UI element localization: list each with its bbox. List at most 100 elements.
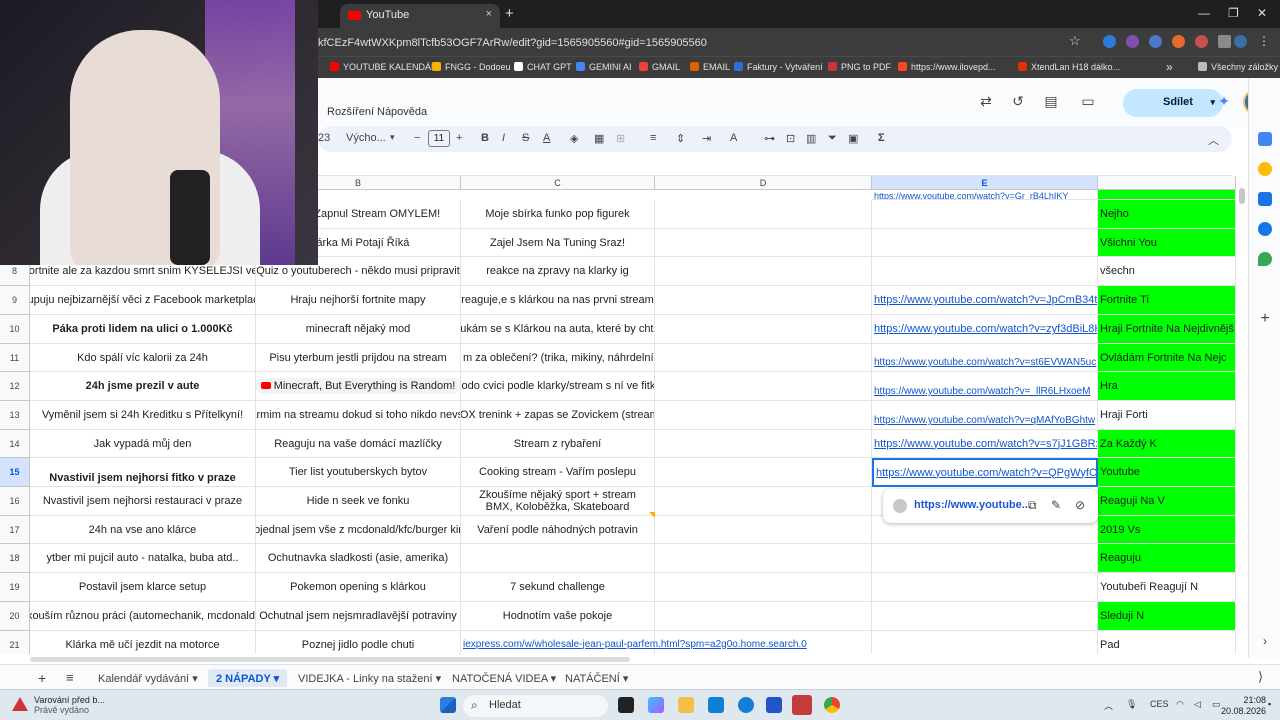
popup-link[interactable]: https://www.youtube... (914, 499, 1031, 511)
cell-link[interactable]: https://www.youtube.com/watch?v=_llR6LHx… (872, 372, 1098, 401)
keep-icon[interactable] (1258, 162, 1272, 176)
rotate-icon[interactable]: A (730, 132, 737, 144)
cell-link[interactable]: https://www.youtube.com/watch?v=QPgWyfOa… (872, 458, 1098, 487)
tab-kalendar-vydavani[interactable]: Kalendář vydávání ▾ (90, 669, 206, 687)
edit-icon[interactable]: ✎ (1051, 498, 1061, 512)
cell[interactable]: Hraji Forti (1098, 401, 1236, 430)
cell-link[interactable]: https://www.youtube.com/watch?v=Gr_rB4Lh… (872, 190, 1098, 200)
extension-icon[interactable] (1195, 35, 1208, 48)
video-call-icon[interactable]: ▭ (1080, 93, 1096, 109)
copy-icon[interactable]: ⧉ (1028, 498, 1037, 513)
collapse-toolbar-icon[interactable]: ︿ (1208, 132, 1219, 148)
column-header-d[interactable]: D (655, 176, 872, 190)
cell[interactable] (872, 602, 1098, 631)
cell[interactable] (1098, 190, 1236, 200)
cell[interactable]: Vaření podle náhodných potravin (461, 516, 655, 544)
calendar-icon[interactable] (1258, 132, 1272, 146)
cell-link[interactable]: https://www.youtube.com/watch?v=JpCmB34t… (872, 286, 1098, 315)
cell[interactable]: Pisu yterbum jestli prijdou na stream (256, 344, 461, 372)
bookmark[interactable]: CHAT GPT (514, 62, 572, 72)
row-header[interactable]: 17 (0, 516, 30, 544)
cell[interactable] (655, 372, 872, 401)
cell[interactable] (655, 573, 872, 602)
maximize-icon[interactable]: ❐ (1228, 6, 1239, 20)
add-addon-icon[interactable]: + (1258, 311, 1272, 327)
cell[interactable]: reakce na zpravy na klarky ig (461, 257, 655, 286)
weather-warning-widget[interactable]: Varování před b... Právě vydáno (12, 695, 105, 715)
cell[interactable]: Pad (1098, 631, 1236, 654)
cell[interactable]: Vyměnil jsem si 24h Kreditku s Přítelkyn… (30, 401, 256, 430)
gemini-icon[interactable]: ✦ (1216, 93, 1232, 109)
language-indicator[interactable]: CES (1150, 699, 1169, 709)
cell[interactable]: Hra (1098, 372, 1236, 401)
column-header-e[interactable]: E (872, 176, 1098, 190)
contacts-icon[interactable] (1258, 222, 1272, 236)
cell[interactable]: m za oblečení? (trika, mikiny, náhrdelní… (461, 344, 655, 372)
cell[interactable] (872, 544, 1098, 573)
cell[interactable] (872, 631, 1098, 654)
cell[interactable]: Fortnite Ti (1098, 286, 1236, 315)
cell-link[interactable]: https://www.youtube.com/watch?v=s7jJ1GBR… (872, 430, 1098, 458)
bookmark[interactable]: FNGG - Dodoeu (432, 62, 511, 72)
cell[interactable]: Youtube (1098, 458, 1236, 487)
copilot-icon[interactable] (648, 697, 664, 713)
font-family-select[interactable]: Výcho... (346, 132, 386, 144)
cell[interactable]: minecraft nějaký mod (256, 315, 461, 344)
cell[interactable]: Sleduji N (1098, 602, 1236, 631)
new-tab-button[interactable]: + (505, 5, 514, 22)
row-header[interactable]: 12 (0, 372, 30, 401)
cell[interactable] (655, 229, 872, 257)
cell[interactable] (655, 315, 872, 344)
merge-icon[interactable]: ⊞ (616, 132, 625, 145)
row-header[interactable]: 9 (0, 286, 30, 315)
cell[interactable]: Nejho (1098, 200, 1236, 229)
cell[interactable]: Koukám se s Klárkou na auta, které by ch… (461, 315, 655, 344)
cell[interactable] (872, 573, 1098, 602)
explore-icon[interactable]: ⟩ (1250, 666, 1271, 684)
cell[interactable] (655, 516, 872, 544)
cell[interactable]: reaguje,e s klárkou na nas prvni stream (461, 286, 655, 315)
close-tab-icon[interactable]: × (486, 8, 492, 20)
chrome-icon[interactable] (824, 697, 840, 713)
cell[interactable]: iexpress.com/w/wholesale-jean-paul-parfe… (461, 631, 807, 654)
cell[interactable] (872, 257, 1098, 286)
cell[interactable]: Cooking stream - Vařím poslepu (461, 458, 655, 487)
cell[interactable]: Tier list youtuberskych bytov (256, 458, 461, 487)
cell[interactable] (655, 544, 872, 573)
cell[interactable]: Zajel Jsem Na Tuning Sraz! (461, 229, 655, 257)
fill-color-icon[interactable]: ◈ (570, 132, 578, 145)
clock[interactable]: 21:08 20.08.2026 (1221, 695, 1266, 717)
bookmark[interactable]: EMAIL (690, 62, 730, 72)
row-header[interactable]: 10 (0, 315, 30, 344)
chevron-down-icon[interactable]: ▾ (1210, 97, 1215, 108)
bookmarks-more-icon[interactable]: » (1166, 60, 1173, 74)
table-view-icon[interactable]: ▣ (848, 132, 858, 145)
cell[interactable]: Poznej jidlo podle chuti (256, 631, 461, 654)
cell-link[interactable]: https://www.youtube.com/watch?v=st6EVWAN… (872, 344, 1098, 372)
row-header[interactable]: 14 (0, 430, 30, 458)
microphone-icon[interactable]: 🎙 (1126, 699, 1137, 710)
extension-icon[interactable] (1149, 35, 1162, 48)
notification-icon[interactable]: ▪ (1268, 699, 1271, 709)
close-window-icon[interactable]: ✕ (1257, 6, 1267, 20)
cell[interactable] (655, 200, 872, 229)
row-header[interactable]: 15 (0, 458, 30, 487)
cell[interactable]: Dodo cvici podle klarky/stream s ní ve f… (461, 372, 655, 401)
tab-videjka[interactable]: VIDEJKA - Linky na stažení ▾ (290, 669, 449, 687)
scrollbar-thumb[interactable] (30, 657, 630, 662)
row-header[interactable]: 11 (0, 344, 30, 372)
chevron-down-icon[interactable]: ▾ (551, 673, 557, 685)
menu-dots-icon[interactable]: ⋮ (1258, 34, 1271, 48)
maps-icon[interactable] (1258, 252, 1272, 266)
tab-napady[interactable]: 2 NÁPADY ▾ (208, 669, 288, 687)
horizontal-scrollbar[interactable] (0, 654, 1248, 664)
cell[interactable]: Hraju nejhorší fortnite mapy (256, 286, 461, 315)
align-icon[interactable]: ≡ (650, 132, 656, 144)
font-size-increase[interactable]: + (456, 132, 462, 144)
cell[interactable]: Nvastivil jsem nejhorsi fitko v praze (30, 458, 256, 487)
column-header-f[interactable] (1098, 176, 1236, 190)
bookmark[interactable]: GEMINI AI (576, 62, 632, 72)
cell[interactable]: Reaguju (1098, 544, 1236, 573)
add-comment-icon[interactable]: ⊡ (786, 132, 795, 145)
chevron-down-icon[interactable]: ▾ (623, 673, 629, 685)
